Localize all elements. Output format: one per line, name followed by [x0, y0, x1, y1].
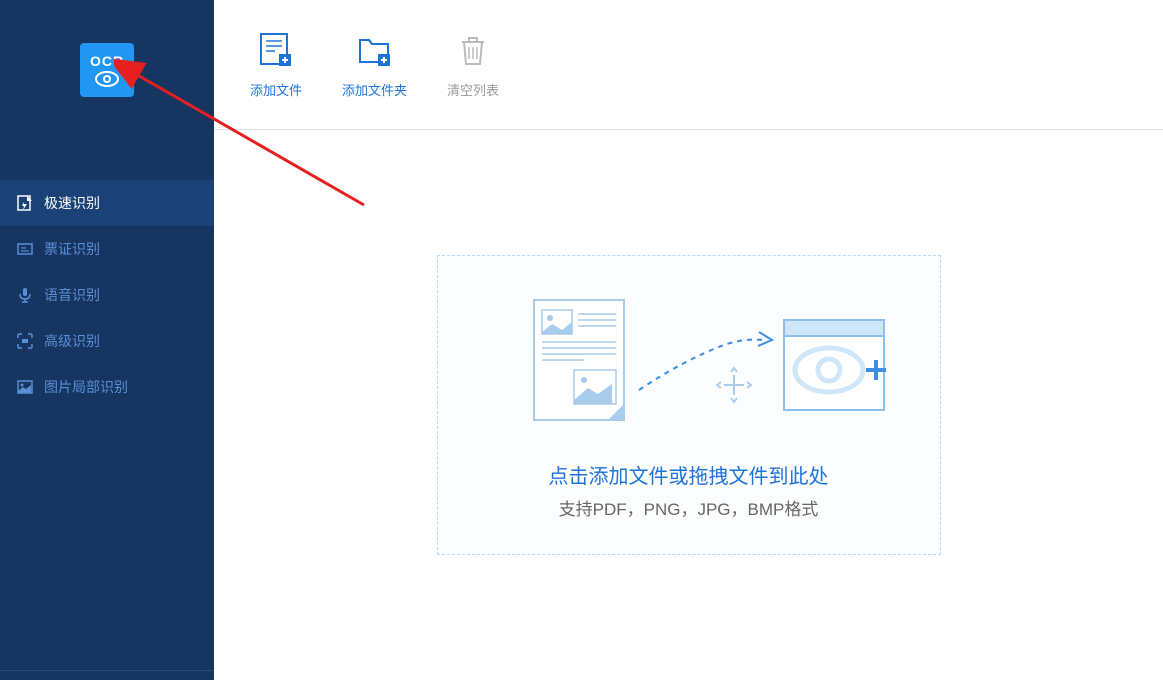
sidebar-footer-divider: [0, 670, 214, 680]
main-area: 添加文件 添加文件夹 清空列表: [214, 0, 1163, 680]
toolbar: 添加文件 添加文件夹 清空列表: [214, 0, 1163, 130]
toolbar-label: 添加文件: [250, 80, 302, 99]
sidebar-item-label: 高级识别: [44, 331, 100, 351]
logo-area: OCR: [0, 0, 214, 140]
voice-recognition-icon: [16, 286, 34, 304]
add-folder-icon: [356, 30, 394, 68]
sidebar-item-label: 图片局部识别: [44, 377, 128, 397]
add-folder-button[interactable]: 添加文件夹: [342, 30, 407, 99]
toolbar-label: 添加文件夹: [342, 80, 407, 99]
sidebar-item-voice-recognition[interactable]: 语音识别: [0, 272, 214, 318]
advanced-recognition-icon: [16, 332, 34, 350]
nav-list: 极速识别 票证识别 语音识别 高级识别 图片局部识别: [0, 180, 214, 410]
ticket-recognition-icon: [16, 240, 34, 258]
image-region-icon: [16, 378, 34, 396]
app-logo: OCR: [80, 43, 134, 97]
sidebar-item-label: 票证识别: [44, 239, 100, 259]
dropzone-title: 点击添加文件或拖拽文件到此处: [549, 460, 829, 489]
sidebar-item-advanced-recognition[interactable]: 高级识别: [0, 318, 214, 364]
sidebar-item-fast-recognition[interactable]: 极速识别: [0, 180, 214, 226]
file-dropzone[interactable]: 点击添加文件或拖拽文件到此处 支持PDF，PNG，JPG，BMP格式: [437, 255, 941, 555]
sidebar: OCR 极速识别 票证识别 语音识别: [0, 0, 214, 680]
fast-recognition-icon: [16, 194, 34, 212]
sidebar-item-label: 极速识别: [44, 193, 100, 213]
sidebar-item-image-region-recognition[interactable]: 图片局部识别: [0, 364, 214, 410]
clear-list-button[interactable]: 清空列表: [447, 30, 499, 99]
add-file-button[interactable]: 添加文件: [250, 30, 302, 99]
dropzone-subtitle: 支持PDF，PNG，JPG，BMP格式: [559, 495, 819, 520]
sidebar-item-ticket-recognition[interactable]: 票证识别: [0, 226, 214, 272]
dropzone-illustration: [484, 290, 894, 440]
eye-icon: [95, 71, 119, 87]
trash-icon: [454, 30, 492, 68]
sidebar-item-label: 语音识别: [44, 285, 100, 305]
logo-text: OCR: [90, 53, 124, 69]
add-file-icon: [257, 30, 295, 68]
toolbar-label: 清空列表: [447, 80, 499, 99]
content-area: 点击添加文件或拖拽文件到此处 支持PDF，PNG，JPG，BMP格式: [214, 130, 1163, 680]
